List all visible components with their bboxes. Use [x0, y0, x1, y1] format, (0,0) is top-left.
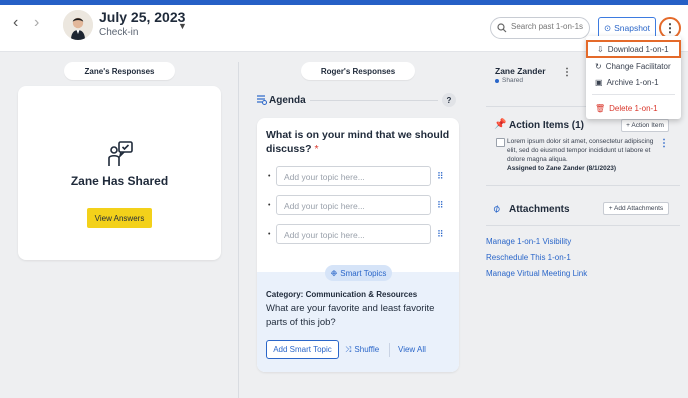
shuffle-icon: ⤨: [345, 345, 352, 354]
snapshot-label: Snapshot: [614, 23, 651, 33]
menu-item-archive-label: Archive 1-on-1: [606, 77, 659, 87]
action-item-text: Lorem ipsum dolor sit amet, consectetur …: [507, 138, 654, 163]
menu-item-delete[interactable]: 🗑 Delete 1-on-1: [586, 100, 681, 116]
status-dot: [495, 78, 499, 83]
vertical-dots-icon: ⋮: [664, 21, 676, 35]
camera-icon: ⊙: [603, 22, 612, 33]
menu-divider: [592, 94, 675, 95]
participant-status: Shared: [495, 77, 523, 84]
trash-icon: 🗑: [595, 103, 606, 113]
participant-status-text: Shared: [502, 77, 523, 84]
pin-icon: 📌: [494, 119, 507, 130]
menu-item-change-facilitator-label: Change Facilitator: [605, 61, 671, 71]
button-divider: [389, 343, 390, 357]
topic-input-2[interactable]: Add your topic here...: [276, 195, 431, 215]
meeting-type: Check-in: [99, 27, 139, 38]
smart-topic-question: What are your favorite and least favorit…: [266, 303, 435, 328]
bullet-2: •: [268, 202, 271, 209]
download-icon: ⇩: [597, 44, 604, 54]
shared-card: [18, 86, 221, 260]
agenda-question: What is on your mind that we should disc…: [266, 128, 451, 156]
bullet-1: •: [268, 173, 271, 180]
menu-item-download-label: Download 1-on-1: [607, 44, 669, 54]
meeting-date[interactable]: July 25, 2023: [99, 9, 185, 25]
participant-menu-icon[interactable]: ⋮: [562, 67, 572, 78]
agenda-icon: [257, 95, 267, 105]
manage-visibility-link[interactable]: Manage 1-on-1 Visibility: [486, 237, 571, 246]
tab-rogers-responses[interactable]: Roger's Responses: [301, 62, 415, 80]
shared-title: Zane Has Shared: [70, 174, 169, 188]
refresh-icon: ↻: [595, 61, 602, 71]
participant-name: Zane Zander: [495, 66, 546, 76]
menu-item-archive[interactable]: ▣ Archive 1-on-1: [586, 74, 681, 90]
chevron-left-icon[interactable]: ‹: [13, 15, 18, 31]
menu-item-change-facilitator[interactable]: ↻ Change Facilitator: [586, 58, 681, 74]
shuffle-button[interactable]: ⤨ Shuffle: [345, 345, 379, 355]
avatar: [63, 10, 93, 40]
topic-input-1[interactable]: Add your topic here...: [276, 166, 431, 186]
add-attachments-button[interactable]: + Add Attachments: [603, 202, 669, 215]
add-action-item-button[interactable]: + Action Item: [621, 119, 669, 132]
action-item-menu-icon[interactable]: ⋮: [659, 138, 669, 149]
topic-input-3[interactable]: Add your topic here...: [276, 224, 431, 244]
view-all-link[interactable]: View All: [398, 345, 426, 354]
action-item-checkbox[interactable]: [496, 138, 505, 147]
bullet-3: •: [268, 231, 271, 238]
required-mark: *: [314, 143, 319, 155]
view-answers-button[interactable]: View Answers: [87, 208, 152, 228]
search-input[interactable]: [511, 22, 585, 31]
agenda-question-text: What is on your mind that we should disc…: [266, 129, 450, 155]
section-divider: [486, 225, 680, 226]
drag-handle-icon[interactable]: ⠿: [437, 171, 444, 182]
search-box[interactable]: [490, 17, 590, 39]
smart-topics-label: Smart Topics: [340, 268, 387, 278]
search-icon: [497, 23, 507, 33]
drag-handle-icon[interactable]: ⠿: [437, 229, 444, 240]
options-menu: ⇩ Download 1-on-1 ↻ Change Facilitator ▣…: [586, 36, 681, 119]
panel-divider: [238, 62, 239, 398]
help-icon[interactable]: ?: [442, 93, 456, 107]
shuffle-label: Shuffle: [354, 345, 380, 354]
action-items-title: Action Items (1): [509, 120, 585, 131]
chevron-down-icon[interactable]: ▼: [178, 21, 187, 31]
drag-handle-icon[interactable]: ⠿: [437, 200, 444, 211]
virtual-meeting-link[interactable]: Manage Virtual Meeting Link: [486, 269, 587, 278]
agenda-title: Agenda: [269, 95, 306, 106]
attachments-title: Attachments: [509, 204, 570, 215]
smart-topics-badge: ❉ Smart Topics: [325, 265, 392, 281]
shared-person-icon: [108, 141, 133, 166]
chevron-right-icon[interactable]: ›: [34, 15, 39, 31]
add-smart-topic-button[interactable]: Add Smart Topic: [266, 340, 339, 359]
menu-item-download[interactable]: ⇩ Download 1-on-1: [586, 40, 681, 58]
tab-zanes-responses[interactable]: Zane's Responses: [64, 62, 175, 80]
menu-item-delete-label: Delete 1-on-1: [609, 103, 658, 113]
smart-topics-icon: ❉: [330, 268, 338, 278]
archive-icon: ▣: [595, 77, 603, 87]
smart-topic-category: Category: Communication & Resources: [266, 290, 418, 299]
reschedule-link[interactable]: Reschedule This 1-on-1: [486, 253, 571, 262]
action-item-assignee: Assigned to Zane Zander (8/1/2023): [507, 165, 617, 172]
agenda-divider: [310, 100, 438, 101]
section-divider: [486, 185, 680, 186]
